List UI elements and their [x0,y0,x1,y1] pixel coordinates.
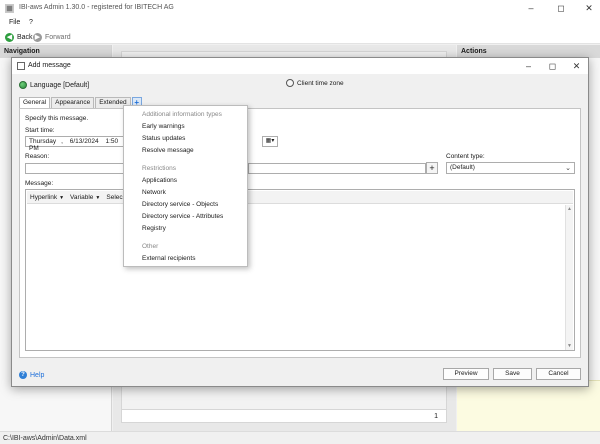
content-type-value: (Default) [450,164,475,171]
menubar: File ? [0,17,600,30]
tab-appearance[interactable]: Appearance [51,97,95,108]
menu-item-early-warnings[interactable]: Early warnings [142,123,185,130]
specify-text: Specify this message. [25,115,89,122]
menu-item-applications[interactable]: Applications [142,177,177,184]
variable-dropdown[interactable]: Variable ▼ [70,194,100,201]
menu-item-directory-objects[interactable]: Directory service - Objects [142,201,218,208]
minimize-icon[interactable]: – [524,2,538,15]
content-type-label: Content type: [446,153,485,160]
center-count-row: 1 [121,409,447,423]
menu-item-resolve-message[interactable]: Resolve message [142,147,194,154]
calendar-dropdown-button[interactable]: ▦▾ [262,136,278,147]
select-dropdown[interactable]: Selec [106,194,122,201]
start-date: 6/13/2024 [69,138,99,145]
navigation-toolbar: ◀ Back ▶ Forward [0,30,600,44]
menu-header-restrictions: Restrictions [142,165,176,172]
app-icon [5,4,14,13]
scroll-up-icon[interactable]: ▲ [567,206,572,212]
back-arrow-icon: ◀ [5,32,14,42]
help-icon: ? [19,371,27,379]
variable-label: Variable [70,193,94,201]
language-label: Language [Default] [30,81,90,89]
start-day: Thursday [29,138,57,145]
editor-toolbar: Hyperlink ▼ Variable ▼ Selec [27,191,573,204]
menu-item-network[interactable]: Network [142,189,166,196]
help-label: Help [30,371,45,379]
dialog-title: Add message [28,62,71,69]
dialog-close-icon[interactable]: ✕ [570,60,583,72]
content-type-select[interactable]: (Default) ⌄ [446,162,575,174]
menu-header-other: Other [142,243,159,250]
menu-item-external-recipients[interactable]: External recipients [142,255,195,262]
hyperlink-dropdown[interactable]: Hyperlink ▼ [30,194,64,201]
menu-header-additional: Additional information types [142,111,222,118]
help-link[interactable]: ? Help [19,371,44,379]
reason-label: Reason: [25,153,50,160]
status-bar: C:\IBI-aws\Admin\Data.xml [0,431,600,444]
forward-button[interactable]: ▶ Forward [33,32,71,42]
hyperlink-label: Hyperlink [30,193,58,201]
menu-item-status-updates[interactable]: Status updates [142,135,185,142]
menu-help[interactable]: ? [29,19,33,26]
add-tab-popup-menu: Additional information types Early warni… [123,105,248,267]
scroll-down-icon[interactable]: ▼ [567,343,572,349]
main-titlebar: IBI-aws Admin 1.30.0 - registered for IB… [0,0,600,17]
back-label: Back [17,33,33,41]
globe-icon [19,81,27,89]
back-button[interactable]: ◀ Back [5,32,33,42]
status-path: C:\IBI-aws\Admin\Data.xml [3,435,87,442]
caret-down-icon: ▼ [59,194,65,201]
dialog-minimize-icon[interactable]: – [522,60,535,72]
client-time-zone[interactable]: Client time zone [286,79,344,87]
cancel-button[interactable]: Cancel [536,368,581,380]
reason-input[interactable] [25,163,124,174]
preview-button[interactable]: Preview [443,368,489,380]
window-title: IBI-aws Admin 1.30.0 - registered for IB… [19,4,174,11]
menu-file[interactable]: File [9,19,20,26]
save-button[interactable]: Save [493,368,532,380]
dialog-maximize-icon[interactable]: ◻ [546,60,559,72]
client-time-zone-label: Client time zone [297,79,344,87]
dialog-titlebar: Add message – ◻ ✕ [12,58,588,74]
menu-item-directory-attributes[interactable]: Directory service - Attributes [142,213,223,220]
forward-arrow-icon: ▶ [33,32,42,42]
chevron-down-icon: ⌄ [565,165,571,172]
language-selector[interactable]: Language [Default] [19,81,89,89]
reason-input-right[interactable] [248,163,426,174]
start-sep: , [61,138,63,145]
menu-item-registry[interactable]: Registry [142,225,166,232]
message-editor[interactable]: Hyperlink ▼ Variable ▼ Selec ▲ ▼ [25,189,575,351]
maximize-icon[interactable]: ◻ [554,2,568,15]
close-icon[interactable]: ✕ [582,2,596,15]
caret-down-icon: ▼ [95,194,101,201]
dialog-icon [17,62,25,70]
forward-label: Forward [45,33,71,41]
editor-scrollbar[interactable]: ▲ ▼ [565,205,573,350]
message-label: Message: [25,180,54,187]
clock-icon [286,79,294,87]
center-count: 1 [434,413,438,420]
start-time-label: Start time: [25,127,55,134]
actions-info-box [457,380,600,431]
reason-add-button[interactable]: + [426,162,438,174]
start-time-field[interactable]: Thursday, 6/13/2024 1:50 PM [25,136,124,152]
